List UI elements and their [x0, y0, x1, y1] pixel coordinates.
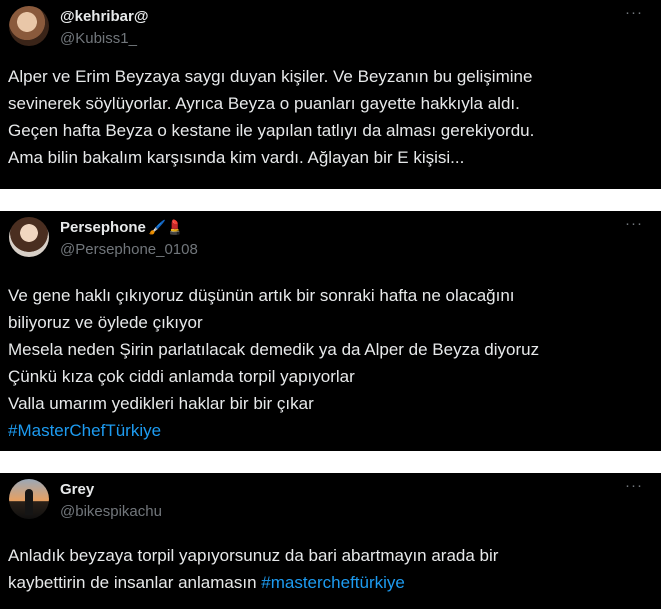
hashtag-link[interactable]: #mastercheftürkiye	[261, 573, 405, 592]
avatar[interactable]	[9, 217, 49, 257]
user-handle[interactable]: @Persephone_0108	[60, 241, 198, 258]
tweet-text-line: sevinerek söylüyorlar. Ayrıca Beyza o pu…	[8, 94, 520, 113]
user-handle[interactable]: @Kubiss1_	[60, 30, 137, 47]
tweet-text: Alper ve Erim Beyzaya saygı duyan kişile…	[8, 63, 651, 171]
tweet-text: Anladık beyzaya torpil yapıyorsunuz da b…	[8, 542, 651, 596]
avatar[interactable]	[9, 479, 49, 519]
more-options-icon[interactable]: ···	[625, 215, 643, 232]
display-name[interactable]: Grey	[60, 481, 94, 498]
tweet-text-line: Valla umarım yedikleri haklar bir bir çı…	[8, 394, 314, 413]
tweet-text: Ve gene haklı çıkıyoruz düşünün artık bi…	[8, 282, 651, 444]
tweet-text-line: Geçen hafta Beyza o kestane ile yapılan …	[8, 121, 535, 140]
display-name-text[interactable]: Persephone	[60, 219, 146, 236]
tweet-card[interactable]: @kehribar@ @Kubiss1_ ··· Alper ve Erim B…	[0, 0, 661, 189]
avatar[interactable]	[9, 6, 49, 46]
tweet-text-line: Mesela neden Şirin parlatılacak demedik …	[8, 340, 540, 359]
hashtag-link[interactable]: #MasterChefTürkiye	[8, 417, 651, 444]
display-name[interactable]: @kehribar@	[60, 8, 148, 25]
tweet-text-line: Anladık beyzaya torpil yapıyorsunuz da b…	[8, 546, 499, 565]
user-handle[interactable]: @bikespikachu	[60, 503, 162, 520]
more-options-icon[interactable]: ···	[625, 477, 643, 494]
tweet-card[interactable]: Persephone 🖌️💄 @Persephone_0108 ··· Ve ge…	[0, 211, 661, 451]
tweet-text-line: Çünkü kıza çok ciddi anlamda torpil yapı…	[8, 367, 355, 386]
tweet-card[interactable]: Grey @bikespikachu ··· Anladık beyzaya t…	[0, 473, 661, 609]
tweet-text-line: kaybettirin de insanlar anlamasın #maste…	[8, 569, 651, 596]
name-emoji-icon: 🖌️💄	[148, 219, 184, 235]
tweet-text-line: Ama bilin bakalım karşısında kim vardı. …	[8, 148, 465, 167]
more-options-icon[interactable]: ···	[625, 4, 643, 21]
display-name[interactable]: Persephone 🖌️💄	[60, 219, 184, 236]
tweet-text-line: biliyoruz ve öylede çıkıyor	[8, 313, 203, 332]
tweet-text-line: Ve gene haklı çıkıyoruz düşünün artık bi…	[8, 286, 515, 305]
tweet-text-line: Alper ve Erim Beyzaya saygı duyan kişile…	[8, 67, 533, 86]
tweet-text-segment: kaybettirin de insanlar anlamasın	[8, 573, 262, 592]
